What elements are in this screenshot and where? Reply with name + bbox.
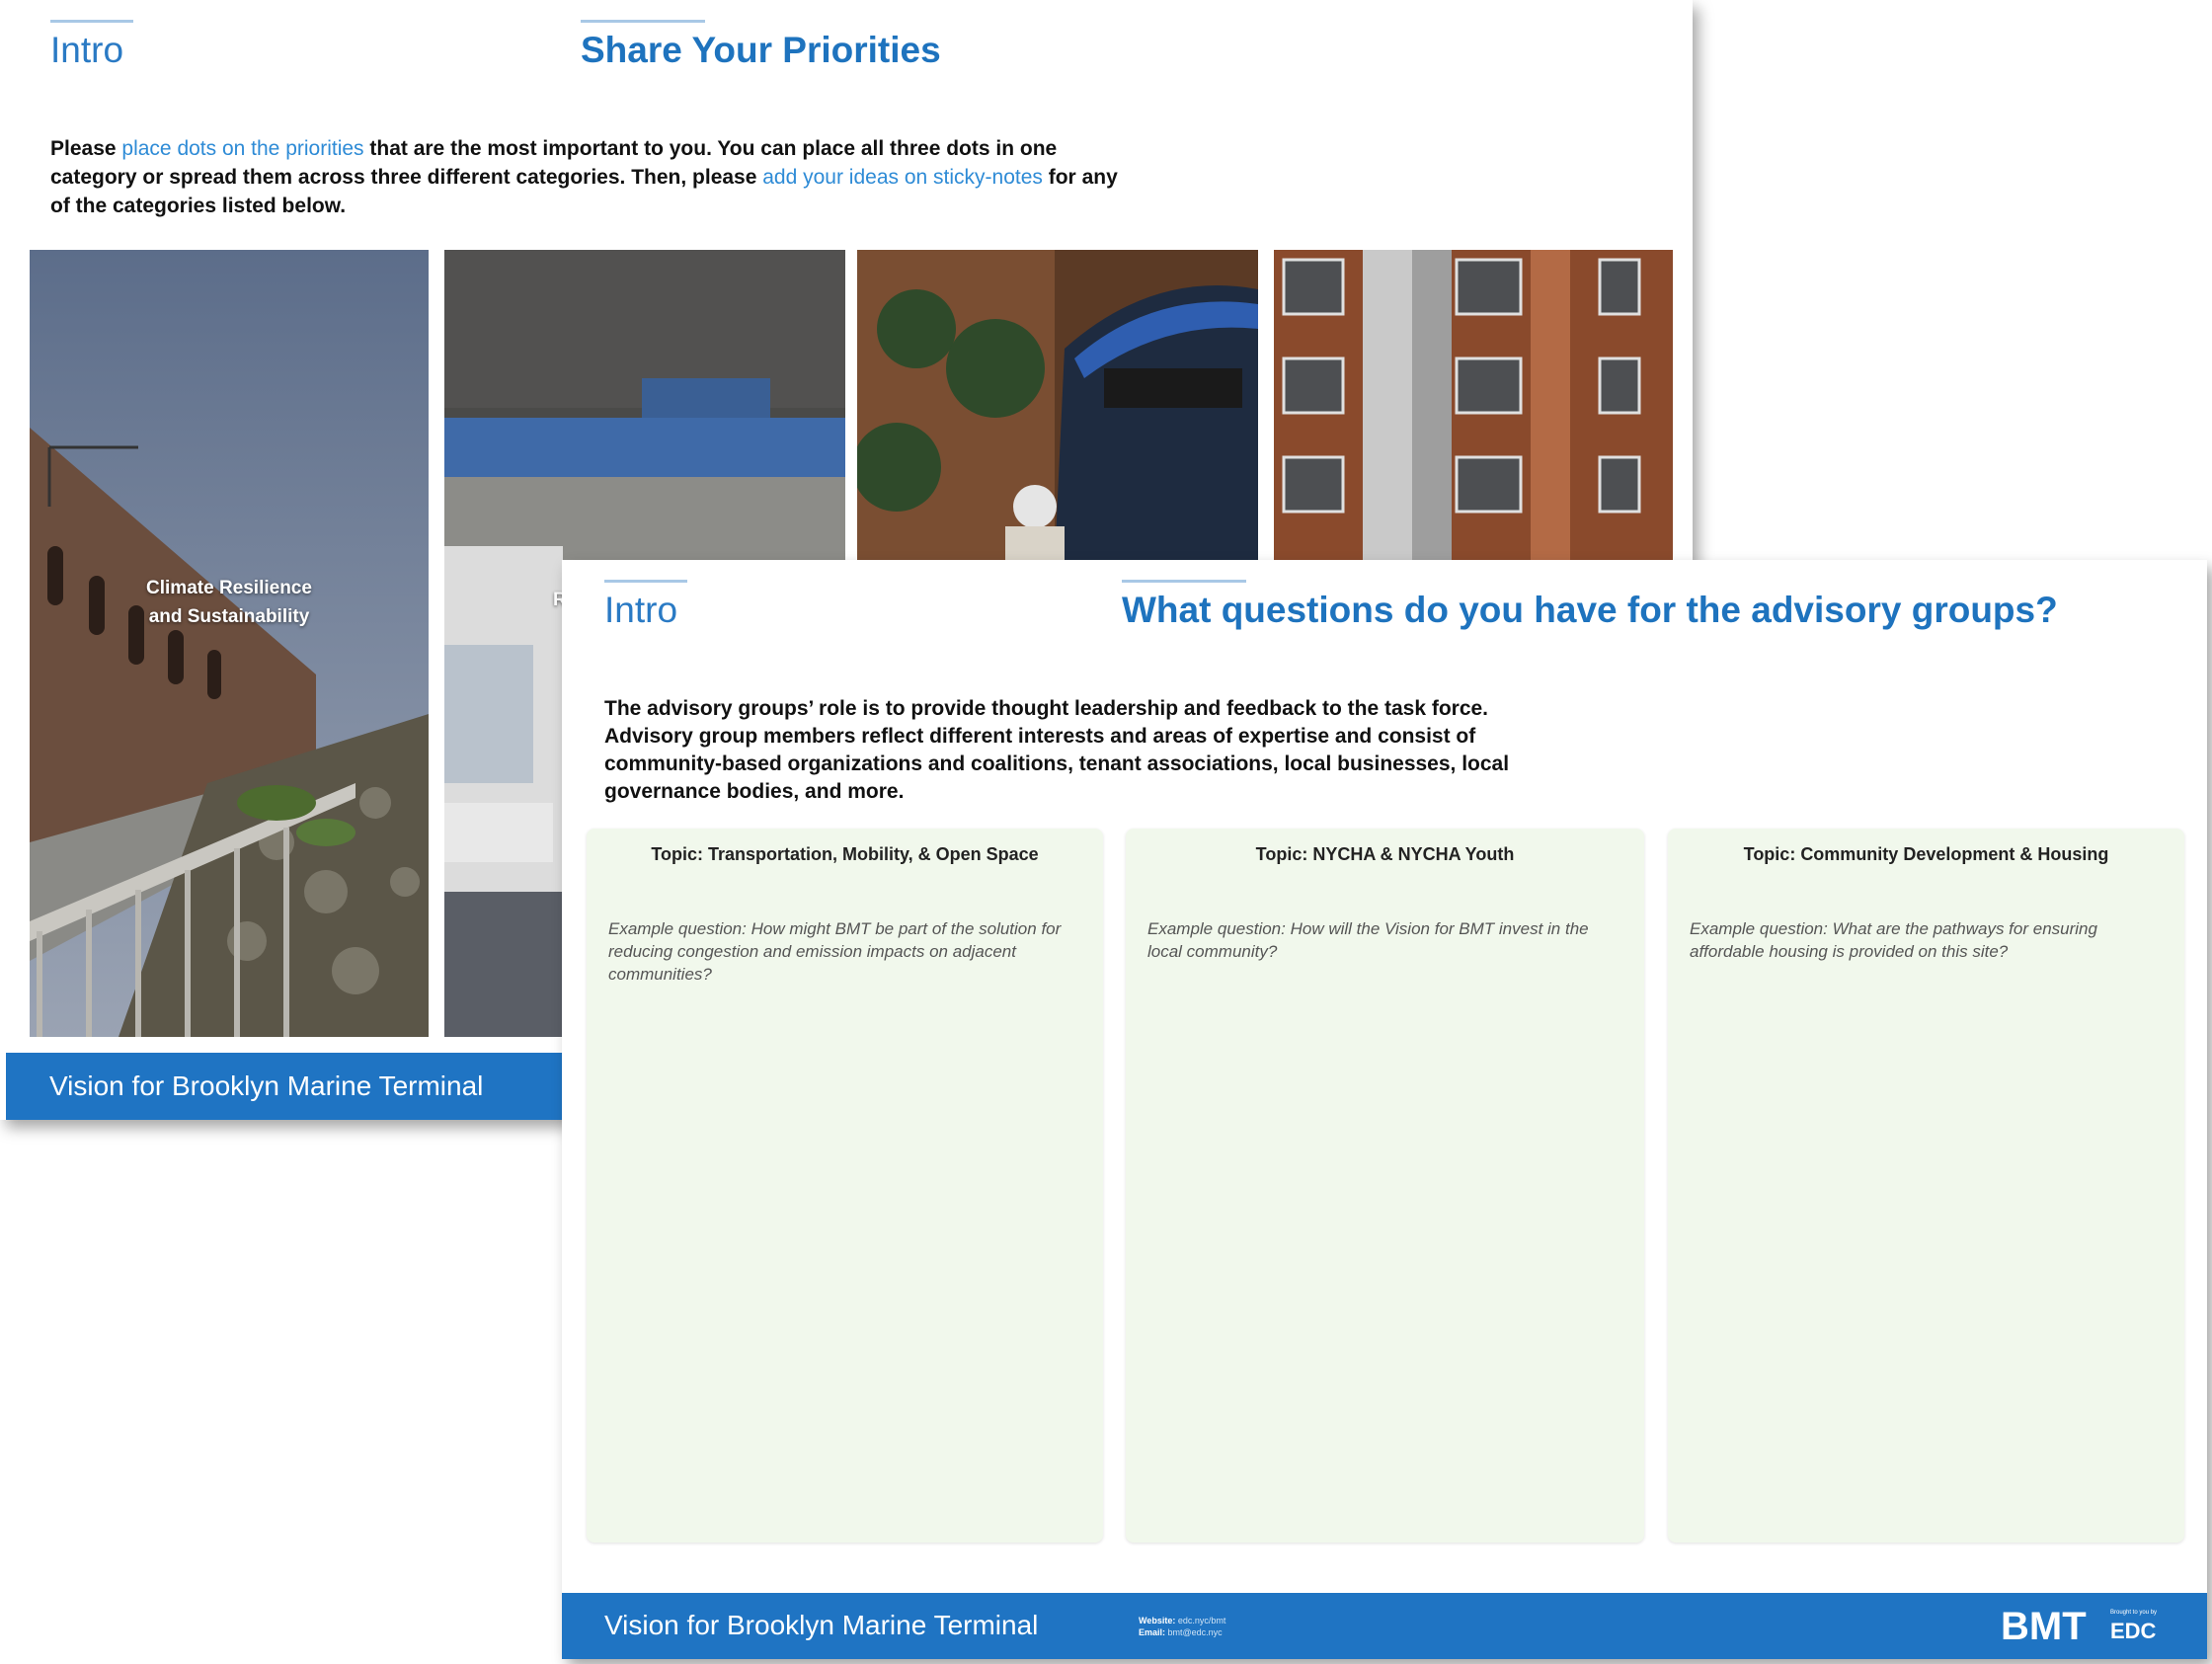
waterfront-photo [30, 250, 429, 1037]
topic-card-community-housing[interactable]: Topic: Community Development & Housing E… [1668, 829, 2184, 1543]
bus-photo [857, 250, 1258, 562]
instruction-highlight-dots: place dots on the priorities [121, 137, 364, 160]
footer-title: Vision for Brooklyn Marine Terminal [604, 1610, 1039, 1640]
footer-bar: Vision for Brooklyn Marine Terminal Webs… [562, 1593, 2207, 1659]
slide-title: What questions do you have for the advis… [1122, 580, 2058, 631]
building-photo [1274, 250, 1673, 562]
photo-climate-resilience[interactable]: Climate Resilience and Sustainability [30, 250, 429, 1037]
photo-housing-building[interactable] [1274, 250, 1673, 562]
instructions-text: Please place dots on the priorities that… [50, 137, 1118, 217]
contact-info: Website: edc.nyc/bmt Email: bmt@edc.nyc [1139, 1616, 1226, 1637]
instruction-highlight-sticky-notes: add your ideas on sticky-notes [762, 166, 1043, 189]
topic-title: Topic: Transportation, Mobility, & Open … [651, 844, 1039, 864]
photo-label: Climate Resilience and Sustainability [146, 578, 312, 627]
topic-card-nycha[interactable]: Topic: NYCHA & NYCHA Youth Example quest… [1126, 829, 1644, 1543]
footer-title: Vision for Brooklyn Marine Terminal [49, 1070, 484, 1101]
topic-example-question: Example question: How might BMT be part … [608, 919, 1062, 984]
topic-example-question: Example question: What are the pathways … [1690, 919, 2097, 961]
photo-bus[interactable] [857, 250, 1258, 562]
topic-title: Topic: Community Development & Housing [1743, 844, 2109, 864]
topic-title: Topic: NYCHA & NYCHA Youth [1255, 844, 1515, 864]
section-label: Intro [604, 580, 687, 631]
topic-example-question: Example question: How will the Vision fo… [1147, 919, 1589, 961]
advisory-description: The advisory groups’ role is to provide … [604, 697, 1510, 803]
section-label: Intro [50, 20, 133, 71]
slide-title: Share Your Priorities [581, 20, 941, 71]
slide-advisory-questions: Intro What questions do you have for the… [562, 560, 2207, 1659]
topic-card-transportation[interactable]: Topic: Transportation, Mobility, & Open … [587, 829, 1103, 1543]
